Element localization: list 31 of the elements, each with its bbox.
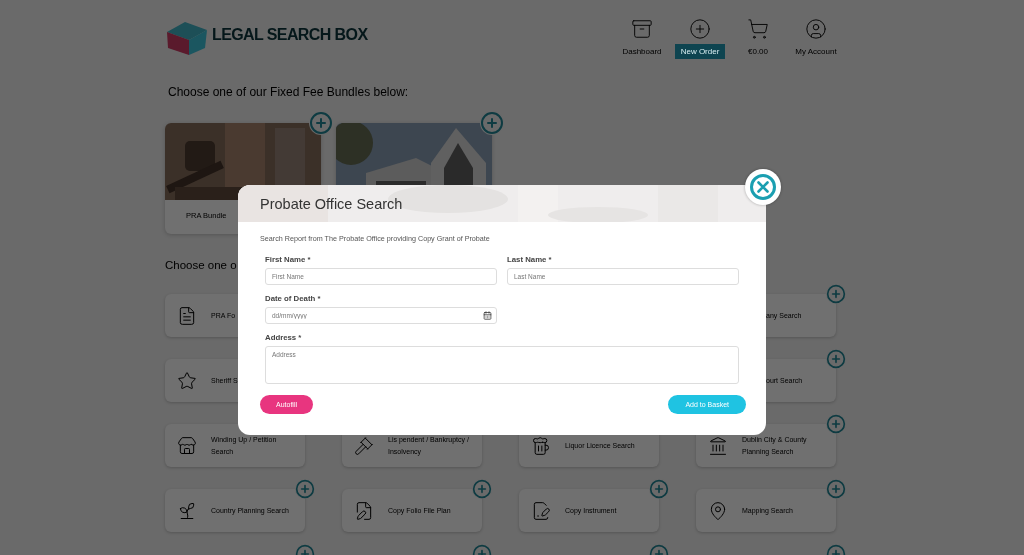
gavel-icon bbox=[354, 435, 374, 456]
add-icon[interactable] bbox=[826, 479, 846, 499]
document-icon bbox=[177, 305, 197, 326]
user-icon[interactable] bbox=[805, 18, 827, 40]
sprout-icon bbox=[177, 500, 197, 521]
section-heading: Choose one of our Fixed Fee Bundles below: bbox=[168, 85, 409, 99]
add-icon[interactable] bbox=[649, 479, 669, 499]
add-icon[interactable] bbox=[826, 284, 846, 304]
add-icon[interactable] bbox=[309, 111, 333, 135]
map-pin-icon bbox=[708, 500, 728, 521]
nav-link[interactable]: My Account bbox=[789, 44, 843, 59]
nav-link[interactable]: €0.00 bbox=[742, 44, 774, 59]
add-icon[interactable] bbox=[480, 111, 504, 135]
add-icon[interactable] bbox=[826, 414, 846, 434]
document-pen-icon bbox=[354, 500, 374, 521]
nav-link[interactable]: Dashboard bbox=[616, 44, 668, 59]
star-icon bbox=[177, 370, 197, 391]
add-icon[interactable] bbox=[472, 479, 492, 499]
mug-icon bbox=[531, 435, 551, 456]
plus-circle-icon[interactable] bbox=[689, 18, 711, 40]
building-icon bbox=[708, 435, 728, 456]
shop-icon bbox=[177, 435, 197, 456]
calendar-icon[interactable] bbox=[483, 311, 492, 320]
logo-text: LEGAL SEARCH BOX bbox=[212, 26, 368, 44]
tray-icon[interactable] bbox=[631, 18, 653, 40]
add-icon[interactable] bbox=[826, 349, 846, 369]
section-heading: Choose one o bbox=[165, 259, 237, 273]
nav-link[interactable]: New Order bbox=[674, 44, 726, 59]
cart-icon[interactable] bbox=[747, 18, 769, 40]
add-icon[interactable] bbox=[295, 479, 315, 499]
document-signature-icon bbox=[531, 500, 551, 521]
